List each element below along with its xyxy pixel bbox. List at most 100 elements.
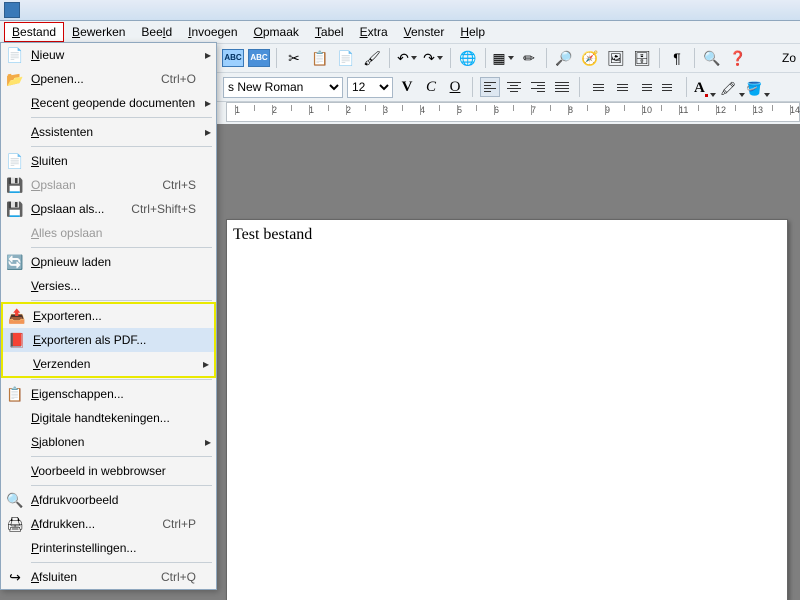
- menu-item-sjablonen[interactable]: Sjablonen▸: [1, 430, 216, 454]
- exporteren--icon: 📤: [3, 308, 31, 325]
- format-paintbrush-button[interactable]: 🖌: [360, 46, 384, 70]
- find-button[interactable]: 🔎: [552, 46, 576, 70]
- keyboard-shortcut: Ctrl+O: [161, 72, 196, 86]
- gallery-button[interactable]: 🖼: [604, 46, 628, 70]
- decrease-indent-button[interactable]: [635, 77, 655, 97]
- align-left-button[interactable]: [480, 77, 500, 97]
- menu-item-label: Versies...: [29, 279, 200, 293]
- menu-tabel[interactable]: Tabel: [307, 22, 352, 42]
- exporteren-als-pdf--icon: 📕: [3, 332, 31, 349]
- background-color-button[interactable]: 🪣: [746, 77, 768, 97]
- menu-item-assistenten[interactable]: Assistenten▸: [1, 120, 216, 144]
- menu-item-label: Sluiten: [29, 154, 200, 168]
- menu-beeld[interactable]: Beeld: [133, 22, 180, 42]
- increase-indent-button[interactable]: [659, 77, 679, 97]
- menu-item-recent-geopende-documenten[interactable]: Recent geopende documenten▸: [1, 91, 216, 115]
- submenu-arrow-icon: ▸: [200, 96, 216, 110]
- menu-item-versies-[interactable]: Versies...: [1, 274, 216, 298]
- data-sources-button[interactable]: 🗄: [630, 46, 654, 70]
- document-text[interactable]: Test bestand: [233, 226, 312, 244]
- table-button[interactable]: ▦: [491, 46, 515, 70]
- menu-item-opslaan-als-[interactable]: 💾Opslaan als...Ctrl+Shift+S: [1, 197, 216, 221]
- tutorial-highlight: 📤Exporteren...📕Exporteren als PDF...Verz…: [1, 302, 216, 378]
- horizontal-ruler[interactable]: 121234567891011121314: [226, 102, 800, 122]
- cut-button[interactable]: ✂: [282, 46, 306, 70]
- zoom-button[interactable]: 🔍: [700, 46, 724, 70]
- menu-item-label: Recent geopende documenten: [29, 96, 200, 110]
- help-button[interactable]: ❓: [726, 46, 750, 70]
- align-right-button[interactable]: [528, 77, 548, 97]
- menu-item-opnieuw-laden[interactable]: 🔄Opnieuw laden: [1, 250, 216, 274]
- paste-button[interactable]: 📄: [334, 46, 358, 70]
- menu-item-voorbeeld-in-webbrowser[interactable]: Voorbeeld in webbrowser: [1, 459, 216, 483]
- keyboard-shortcut: Ctrl+Q: [161, 570, 196, 584]
- menubar: Bestand Bewerken Beeld Invoegen Opmaak T…: [0, 21, 800, 43]
- menu-item-nieuw[interactable]: 📄Nieuw▸: [1, 43, 216, 67]
- menu-item-afdrukvoorbeeld[interactable]: 🔍Afdrukvoorbeeld: [1, 488, 216, 512]
- hyperlink-button[interactable]: 🌐: [456, 46, 480, 70]
- afsluiten-icon: ↪: [1, 569, 29, 586]
- menu-item-label: Verzenden: [31, 357, 198, 371]
- menu-invoegen[interactable]: Invoegen: [180, 22, 245, 42]
- menu-item-label: Exporteren...: [31, 309, 198, 323]
- menu-item-label: Printerinstellingen...: [29, 541, 200, 555]
- file-menu-dropdown: 📄Nieuw▸📂Openen...Ctrl+ORecent geopende d…: [0, 42, 217, 590]
- menu-item-label: Voorbeeld in webbrowser: [29, 464, 200, 478]
- submenu-arrow-icon: ▸: [200, 125, 216, 139]
- eigenschappen--icon: 📋: [1, 386, 29, 403]
- undo-button[interactable]: ↶: [395, 46, 419, 70]
- font-color-button[interactable]: A: [694, 77, 716, 97]
- menu-extra[interactable]: Extra: [352, 22, 396, 42]
- menu-item-afdrukken-[interactable]: 🖨Afdrukken...Ctrl+P: [1, 512, 216, 536]
- menu-item-label: Opnieuw laden: [29, 255, 200, 269]
- afdrukvoorbeeld-icon: 🔍: [1, 492, 29, 509]
- menu-item-openen-[interactable]: 📂Openen...Ctrl+O: [1, 67, 216, 91]
- menu-item-exporteren-als-pdf-[interactable]: 📕Exporteren als PDF...: [3, 328, 214, 352]
- menu-item-exporteren-[interactable]: 📤Exporteren...: [3, 304, 214, 328]
- redo-button[interactable]: ↷: [421, 46, 445, 70]
- font-name-select[interactable]: s New Roman: [223, 77, 343, 98]
- bulleted-list-button[interactable]: [611, 77, 631, 97]
- openen--icon: 📂: [1, 71, 29, 88]
- menu-opmaak[interactable]: Opmaak: [246, 22, 307, 42]
- align-center-button[interactable]: [504, 77, 524, 97]
- menu-item-eigenschappen-[interactable]: 📋Eigenschappen...: [1, 382, 216, 406]
- highlight-color-button[interactable]: 🖍: [720, 77, 742, 97]
- menu-bewerken[interactable]: Bewerken: [64, 22, 133, 42]
- menu-item-alles-opslaan[interactable]: Alles opslaan: [1, 221, 216, 245]
- nonprinting-button[interactable]: ¶: [665, 46, 689, 70]
- opnieuw-laden-icon: 🔄: [1, 254, 29, 271]
- menu-item-sluiten[interactable]: 📄Sluiten: [1, 149, 216, 173]
- align-justify-button[interactable]: [552, 77, 572, 97]
- spellcheck-button[interactable]: ABC: [221, 46, 245, 70]
- menu-venster[interactable]: Venster: [396, 22, 453, 42]
- menu-help[interactable]: Help: [452, 22, 493, 42]
- autospell-button[interactable]: ABC: [247, 46, 271, 70]
- keyboard-shortcut: Ctrl+P: [162, 517, 196, 531]
- menu-item-digitale-handtekeningen-[interactable]: Digitale handtekeningen...: [1, 406, 216, 430]
- show-draw-button[interactable]: ✏: [517, 46, 541, 70]
- italic-button[interactable]: C: [421, 77, 441, 97]
- bold-button[interactable]: V: [397, 77, 417, 97]
- afdrukken--icon: 🖨: [1, 516, 29, 533]
- menu-item-afsluiten[interactable]: ↪AfsluitenCtrl+Q: [1, 565, 216, 589]
- menu-item-verzenden[interactable]: Verzenden▸: [3, 352, 214, 376]
- zoom-field[interactable]: Zo: [782, 51, 800, 65]
- menu-item-label: Sjablonen: [29, 435, 200, 449]
- menu-item-printerinstellingen-[interactable]: Printerinstellingen...: [1, 536, 216, 560]
- app-icon: [4, 2, 20, 18]
- navigator-button[interactable]: 🧭: [578, 46, 602, 70]
- underline-button[interactable]: O: [445, 77, 465, 97]
- copy-button[interactable]: 📋: [308, 46, 332, 70]
- nieuw-icon: 📄: [1, 47, 29, 64]
- numbered-list-button[interactable]: [587, 77, 607, 97]
- document-page[interactable]: Test bestand: [226, 219, 788, 600]
- submenu-arrow-icon: ▸: [200, 48, 216, 62]
- menu-bestand[interactable]: Bestand: [4, 22, 64, 42]
- menu-item-label: Exporteren als PDF...: [31, 333, 198, 347]
- sluiten-icon: 📄: [1, 153, 29, 170]
- menu-item-opslaan[interactable]: 💾OpslaanCtrl+S: [1, 173, 216, 197]
- submenu-arrow-icon: ▸: [198, 357, 214, 371]
- font-size-select[interactable]: 12: [347, 77, 393, 98]
- menu-item-label: Nieuw: [29, 48, 200, 62]
